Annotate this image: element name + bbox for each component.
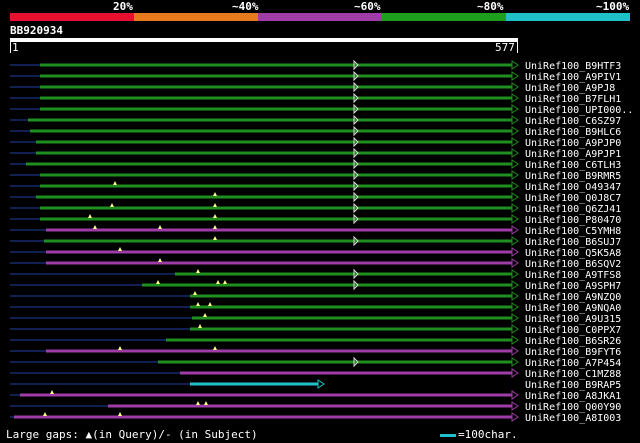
query-gap-marker xyxy=(43,412,47,416)
query-gap-marker xyxy=(213,203,217,207)
hit-end-arrow xyxy=(511,115,519,125)
hit-end-arrow xyxy=(511,269,519,279)
query-gap-marker xyxy=(118,412,122,416)
query-gap-marker xyxy=(203,313,207,317)
hit-end-arrow xyxy=(317,379,325,389)
hit-end-arrow xyxy=(511,148,519,158)
hit-end-arrow xyxy=(511,302,519,312)
scale-legend: =100char. xyxy=(458,428,518,441)
hit-label[interactable]: UniRef100_A9SPH7 xyxy=(525,281,621,292)
hit-end-arrow xyxy=(511,412,519,422)
hit-label[interactable]: UniRef100_B9HTF3 xyxy=(525,61,621,72)
hit-label[interactable]: UniRef100_A9U315 xyxy=(525,314,621,325)
hit-end-arrow xyxy=(511,71,519,81)
hit-end-arrow xyxy=(511,192,519,202)
query-gap-marker xyxy=(213,214,217,218)
alignment-viewer: 20% ~40% ~60% ~80% ~100% BB920934 1 577 … xyxy=(0,0,640,443)
gaps-legend: Large gaps: ▲(in Query)/- (in Subject) xyxy=(6,428,258,441)
query-gap-marker xyxy=(158,258,162,262)
hit-label[interactable]: UniRef100_B9HLC6 xyxy=(525,127,621,138)
hit-label[interactable]: UniRef100_B9RMR5 xyxy=(525,171,621,182)
query-gap-marker xyxy=(196,302,200,306)
hit-end-arrow xyxy=(511,390,519,400)
hit-end-arrow xyxy=(511,258,519,268)
hits-plot: UniRef100_B9HTF3UniRef100_A9PIV1UniRef10… xyxy=(10,59,633,424)
hit-label[interactable]: UniRef100_Q0J8C7 xyxy=(525,193,621,204)
hit-label[interactable]: UniRef100_B6SUJ7 xyxy=(525,237,621,248)
hit-label[interactable]: UniRef100_A9NZQ0 xyxy=(525,292,621,303)
hit-label[interactable]: UniRef100_UPI000.. xyxy=(525,105,633,116)
hit-end-arrow xyxy=(511,126,519,136)
query-gap-marker xyxy=(213,225,217,229)
hit-end-arrow xyxy=(511,313,519,323)
hit-end-arrow xyxy=(511,60,519,70)
query-gap-marker xyxy=(204,401,208,405)
query-gap-marker xyxy=(50,390,54,394)
hit-end-arrow xyxy=(511,225,519,235)
hit-end-arrow xyxy=(511,93,519,103)
scale-legend-swatch xyxy=(440,434,456,437)
query-gap-marker xyxy=(93,225,97,229)
hit-end-arrow xyxy=(511,368,519,378)
query-gap-marker xyxy=(118,247,122,251)
query-gap-marker xyxy=(196,269,200,273)
query-gap-marker xyxy=(213,192,217,196)
hit-label[interactable]: UniRef100_Q6ZJ41 xyxy=(525,204,621,215)
hit-end-arrow xyxy=(511,203,519,213)
query-gap-marker xyxy=(213,236,217,240)
hit-label[interactable]: UniRef100_A9PJP0 xyxy=(525,138,621,149)
hit-label[interactable]: UniRef100_P80470 xyxy=(525,215,621,226)
hit-end-arrow xyxy=(511,401,519,411)
hit-label[interactable]: UniRef100_B6SQV2 xyxy=(525,259,621,270)
query-gap-marker xyxy=(223,280,227,284)
hit-end-arrow xyxy=(511,214,519,224)
hit-label[interactable]: UniRef100_A9PIV1 xyxy=(525,72,621,83)
hit-label[interactable]: UniRef100_A9PJ8 xyxy=(525,83,615,94)
query-gap-marker xyxy=(88,214,92,218)
hit-label[interactable]: UniRef100_B9FYT6 xyxy=(525,347,621,358)
hit-label[interactable]: UniRef100_B6SR26 xyxy=(525,336,621,347)
query-gap-marker xyxy=(113,181,117,185)
query-gap-marker xyxy=(158,225,162,229)
hit-label[interactable]: UniRef100_A9PJP1 xyxy=(525,149,621,160)
query-gap-marker xyxy=(118,346,122,350)
hit-label[interactable]: UniRef100_A8JKA1 xyxy=(525,391,621,402)
hit-end-arrow xyxy=(511,346,519,356)
query-gap-marker xyxy=(216,280,220,284)
query-gap-marker xyxy=(196,401,200,405)
hit-label[interactable]: UniRef100_B9RAP5 xyxy=(525,380,621,391)
hit-label[interactable]: UniRef100_A8I003 xyxy=(525,413,621,424)
hit-end-arrow xyxy=(511,324,519,334)
hit-end-arrow xyxy=(511,247,519,257)
hit-end-arrow xyxy=(511,357,519,367)
query-gap-marker xyxy=(110,203,114,207)
hit-end-arrow xyxy=(511,291,519,301)
hit-end-arrow xyxy=(511,236,519,246)
hit-label[interactable]: UniRef100_C6SZ97 xyxy=(525,116,621,127)
hit-label[interactable]: UniRef100_Q00Y90 xyxy=(525,402,621,413)
query-gap-marker xyxy=(208,302,212,306)
hit-label[interactable]: UniRef100_C1MZ88 xyxy=(525,369,621,380)
hit-label[interactable]: UniRef100_B7FLH1 xyxy=(525,94,621,105)
hit-label[interactable]: UniRef100_C6TLH3 xyxy=(525,160,621,171)
hit-end-arrow xyxy=(511,170,519,180)
hit-label[interactable]: UniRef100_A7P454 xyxy=(525,358,621,369)
hit-end-arrow xyxy=(511,280,519,290)
query-gap-marker xyxy=(198,324,202,328)
hit-end-arrow xyxy=(511,159,519,169)
hit-label[interactable]: UniRef100_Q5K5A8 xyxy=(525,248,621,259)
hit-label[interactable]: UniRef100_C5YMH8 xyxy=(525,226,621,237)
hit-label[interactable]: UniRef100_A9NQA0 xyxy=(525,303,621,314)
query-gap-marker xyxy=(213,346,217,350)
hit-end-arrow xyxy=(511,137,519,147)
hit-end-arrow xyxy=(511,104,519,114)
hit-label[interactable]: UniRef100_C0PPX7 xyxy=(525,325,621,336)
query-gap-marker xyxy=(193,291,197,295)
hit-end-arrow xyxy=(511,82,519,92)
query-gap-marker xyxy=(156,280,160,284)
hit-end-arrow xyxy=(511,181,519,191)
hit-end-arrow xyxy=(511,335,519,345)
hit-label[interactable]: UniRef100_O49347 xyxy=(525,182,621,193)
hit-label[interactable]: UniRef100_A9TFS8 xyxy=(525,270,621,281)
